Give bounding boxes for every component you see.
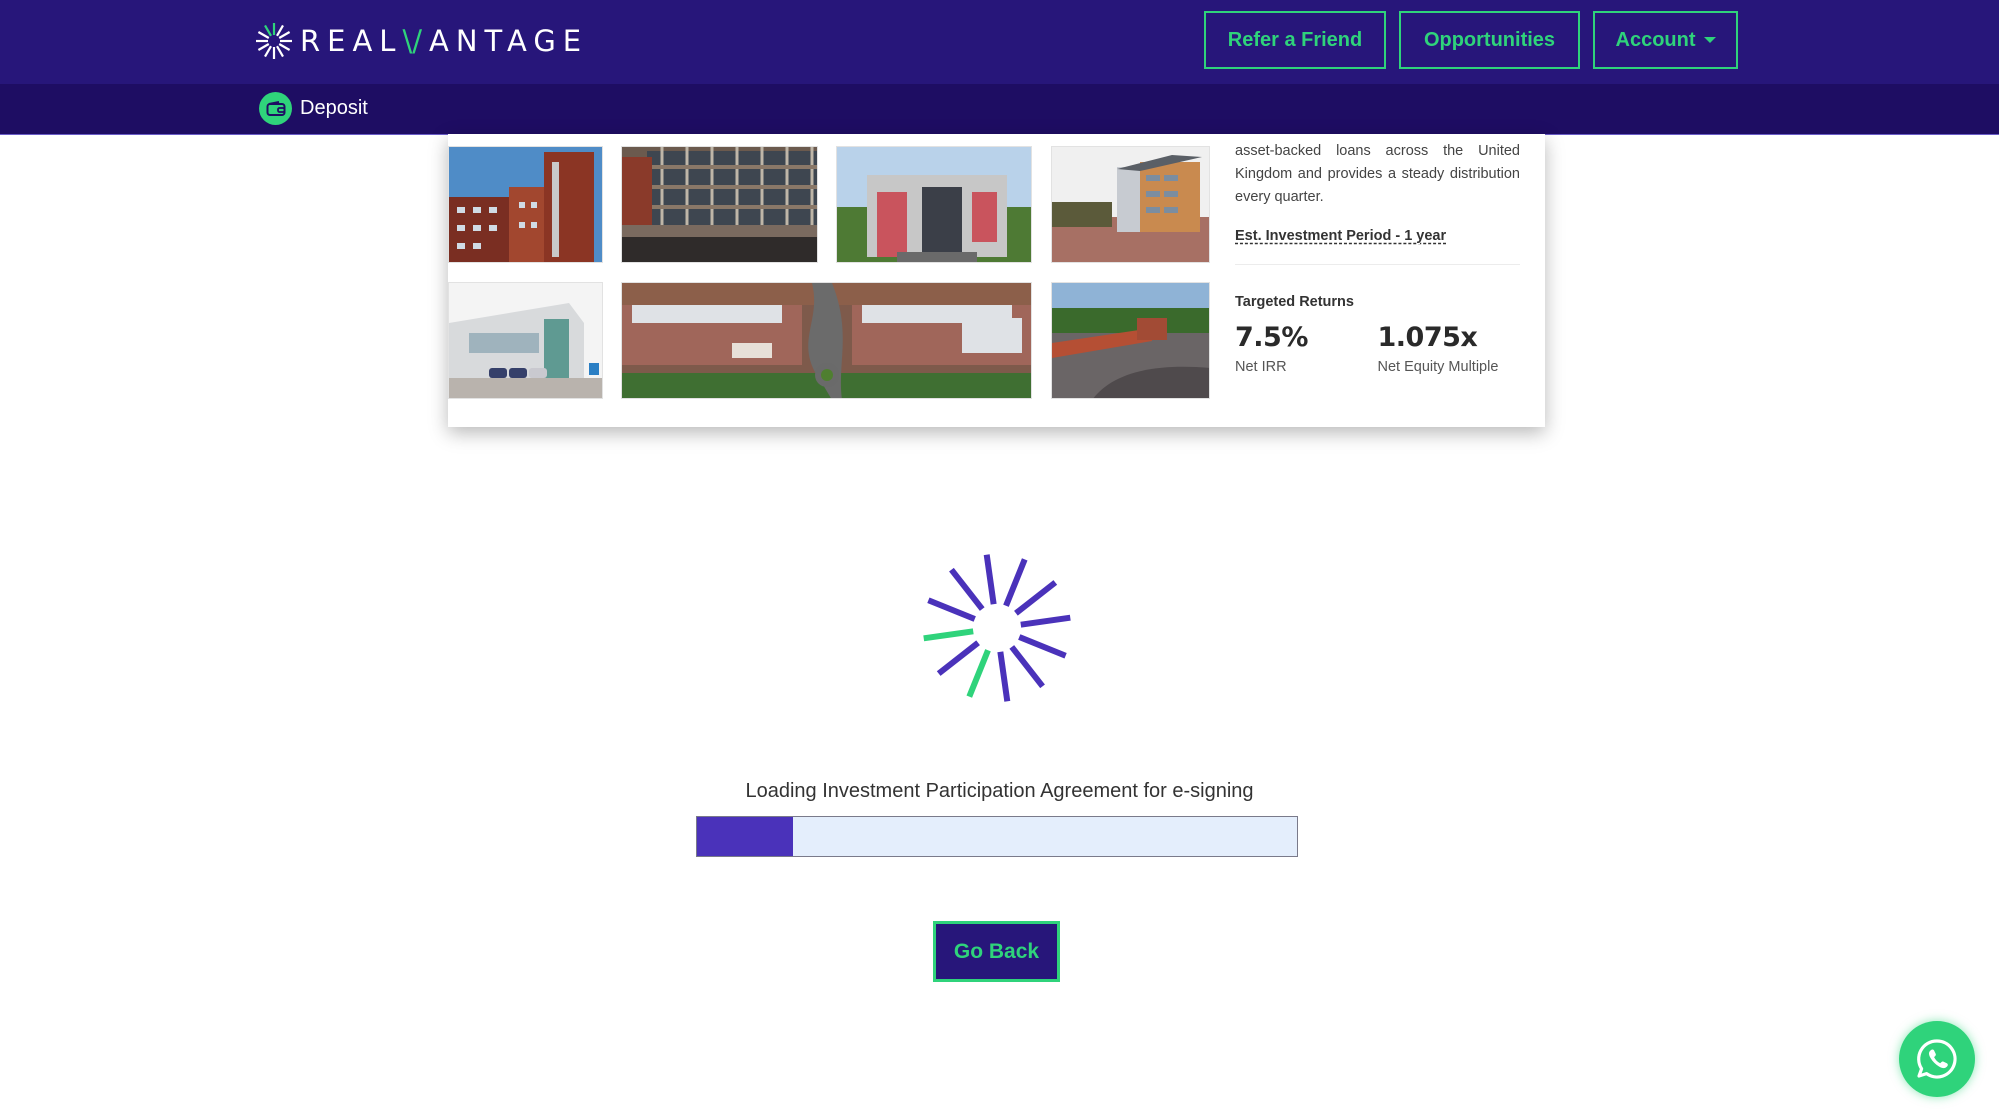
loading-progress-bar xyxy=(696,816,1298,857)
metric-label: Net IRR xyxy=(1235,359,1287,375)
progress-fill xyxy=(697,817,793,856)
returns-metrics: 7.5% Net IRR 1.075x Net Equity Multiple xyxy=(1235,322,1520,375)
spinner-bar xyxy=(949,567,985,611)
brand-v: \/ xyxy=(402,24,423,58)
investment-summary-card: asset-backed loans across the United Kin… xyxy=(448,134,1545,427)
whatsapp-icon xyxy=(1917,1039,1957,1079)
loading-spinner-icon xyxy=(923,554,1071,702)
property-photo-image xyxy=(837,147,1031,262)
property-photo-image xyxy=(1052,147,1209,262)
metric-net-irr: 7.5% Net IRR xyxy=(1235,322,1378,375)
account-label: Account xyxy=(1615,28,1696,51)
spinner-bar xyxy=(1020,614,1071,628)
property-photo[interactable] xyxy=(1051,146,1210,263)
sub-navigation-bar: Deposit xyxy=(0,84,1999,135)
top-navigation-bar: REAL \/ ANTAGE Refer a Friend Opportunit… xyxy=(0,0,1999,84)
go-back-button[interactable]: Go Back xyxy=(933,921,1060,982)
property-photo-image xyxy=(622,147,817,262)
logo-ray xyxy=(276,24,284,37)
property-photo-image xyxy=(449,283,602,398)
property-photo[interactable] xyxy=(621,282,1032,399)
spinner-bar xyxy=(1003,558,1028,607)
property-photo-image xyxy=(1052,283,1209,398)
spinner-bar xyxy=(936,640,980,676)
metric-value: 7.5% xyxy=(1235,322,1308,353)
whatsapp-chat-button[interactable] xyxy=(1899,1021,1975,1097)
targeted-returns-heading: Targeted Returns xyxy=(1235,294,1354,310)
brand-wordmark: REAL \/ ANTAGE xyxy=(300,24,588,58)
opportunities-label: Opportunities xyxy=(1423,28,1556,51)
caret-down-icon xyxy=(1703,37,1716,43)
investment-details: asset-backed loans across the United Kin… xyxy=(1235,134,1520,375)
property-photo-image xyxy=(622,283,1031,398)
spinner-bar xyxy=(1018,634,1067,659)
investment-period[interactable]: Est. Investment Period - 1 year xyxy=(1235,228,1520,244)
logo-ray xyxy=(257,31,270,39)
go-back-label: Go Back xyxy=(953,939,1040,963)
investment-description: asset-backed loans across the United Kin… xyxy=(1235,143,1520,205)
property-photo[interactable] xyxy=(448,282,603,399)
logo-ray xyxy=(278,31,291,39)
logo-ray xyxy=(276,45,284,58)
brand-suffix: ANTAGE xyxy=(429,24,589,58)
spinner-bar xyxy=(1009,645,1045,689)
logo-ray xyxy=(264,24,272,37)
metric-net-equity-multiple: 1.075x Net Equity Multiple xyxy=(1378,322,1521,375)
account-dropdown-button[interactable]: Account xyxy=(1593,11,1738,69)
property-photo-image xyxy=(449,147,602,262)
refer-a-friend-label: Refer a Friend xyxy=(1227,28,1363,51)
logo-ray xyxy=(278,43,291,51)
spinner-bar xyxy=(927,597,976,622)
loading-message: Loading Investment Participation Agreeme… xyxy=(745,780,1254,802)
spinner-bar xyxy=(997,651,1011,702)
opportunities-button[interactable]: Opportunities xyxy=(1399,11,1580,69)
wallet-icon xyxy=(259,92,292,125)
spinner-bar xyxy=(966,649,991,698)
property-photo[interactable] xyxy=(836,146,1032,263)
metric-value: 1.075x xyxy=(1377,322,1478,353)
deposit-link[interactable]: Deposit xyxy=(259,92,368,125)
logo-ray xyxy=(264,45,272,58)
spinner-bar xyxy=(923,628,974,642)
spinner-bar xyxy=(983,554,997,605)
header-nav: Refer a Friend Opportunities Account xyxy=(1204,11,1738,69)
property-photo[interactable] xyxy=(1051,282,1210,399)
refer-a-friend-button[interactable]: Refer a Friend xyxy=(1204,11,1386,69)
property-photo[interactable] xyxy=(621,146,818,263)
brand-logo[interactable]: REAL \/ ANTAGE xyxy=(254,18,588,64)
brand-prefix: REAL xyxy=(300,24,403,58)
starburst-logo-icon xyxy=(256,23,292,59)
deposit-label: Deposit xyxy=(300,97,368,119)
details-divider xyxy=(1235,264,1520,265)
spinner-bar xyxy=(1014,580,1058,616)
logo-ray xyxy=(257,43,270,51)
metric-label: Net Equity Multiple xyxy=(1377,359,1499,375)
property-photo[interactable] xyxy=(448,146,603,263)
